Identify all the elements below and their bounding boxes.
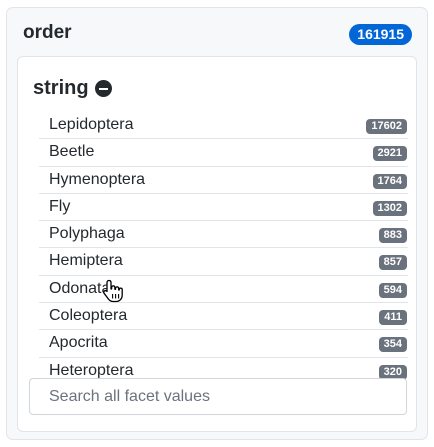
facet-total-badge: 161915	[349, 24, 412, 45]
facet-value-label: Apocrita	[49, 334, 108, 352]
facet-value-item[interactable]: Apocrita 354	[39, 330, 408, 358]
facet-value-item[interactable]: Polyphaga 883	[39, 221, 408, 249]
minus-circle-icon[interactable]	[94, 80, 112, 97]
facet-value-item[interactable]: Coleoptera 411	[39, 303, 408, 331]
facet-value-count: 1764	[372, 173, 407, 189]
facet-value-count: 354	[378, 337, 407, 353]
facet-group-title: string	[33, 77, 89, 99]
facet-header: order 161915	[7, 8, 427, 54]
facet-value-label: Odonata	[49, 279, 111, 297]
facet-value-label: Beetle	[49, 143, 95, 161]
facet-value-item[interactable]: Lepidoptera 17602	[39, 112, 408, 140]
facet-value-label: Polyphaga	[49, 225, 125, 243]
facet-value-count: 411	[379, 310, 407, 326]
facet-search-input[interactable]	[29, 378, 407, 415]
facet-value-count: 594	[378, 282, 407, 298]
facet-value-item[interactable]: Fly 1302	[39, 194, 408, 222]
facet-value-list: Lepidoptera 17602 Beetle 2921 Hymenopter…	[39, 112, 408, 385]
facet-value-item[interactable]: Beetle 2921	[39, 139, 408, 167]
facet-value-count: 1302	[372, 200, 407, 216]
facet-value-label: Hemiptera	[49, 252, 123, 270]
facet-title: order	[23, 22, 72, 43]
facet-value-label: Hymenoptera	[49, 170, 146, 188]
facet-value-label: Fly	[49, 197, 71, 215]
facet-value-label: Coleoptera	[49, 307, 128, 325]
facet-value-count: 2921	[372, 146, 407, 162]
facet-value-label: Heteroptera	[49, 361, 134, 379]
facet-value-count: 17602	[366, 119, 407, 134]
facet-value-item[interactable]: Odonata 594	[39, 276, 408, 304]
facet-values-card: string Lepidoptera 17602 Beetle 2921 Hym…	[17, 56, 417, 432]
facet-value-label: Lepidoptera	[49, 116, 134, 133]
facet-value-item[interactable]: Hemiptera 857	[39, 248, 408, 276]
facet-value-count: 857	[378, 255, 407, 271]
facet-panel: order 161915 string Lepidoptera 17602 Be…	[6, 7, 428, 440]
facet-value-count: 883	[378, 228, 407, 244]
facet-group-header: string	[33, 77, 112, 100]
facet-value-item[interactable]: Hymenoptera 1764	[39, 167, 408, 194]
